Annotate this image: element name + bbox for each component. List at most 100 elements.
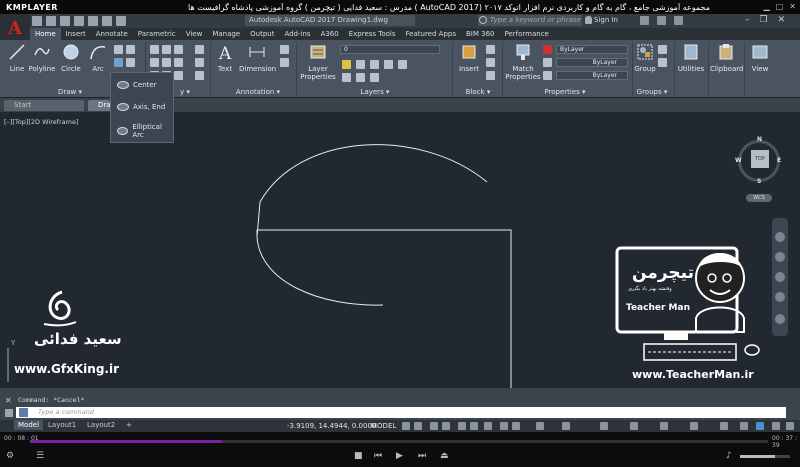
volume-icon[interactable]: ♪ [726, 451, 732, 461]
save-as-icon[interactable] [74, 16, 84, 26]
isolate-objects-icon[interactable] [756, 422, 764, 430]
tab-featured-apps[interactable]: Featured Apps [401, 28, 461, 40]
application-menu-button[interactable]: A [0, 14, 30, 42]
clipboard-button[interactable]: Clipboard [710, 43, 743, 73]
copy-icon[interactable] [150, 58, 159, 67]
layer-isolate-icon[interactable] [384, 60, 393, 69]
tab-output[interactable]: Output [245, 28, 279, 40]
layout-tab-layout1[interactable]: Layout1 [44, 420, 80, 430]
edit-block-icon[interactable] [486, 58, 495, 67]
minimize-icon[interactable]: ▁ [764, 2, 770, 11]
tab-insert[interactable]: Insert [61, 28, 91, 40]
close-icon[interactable]: ✕ [789, 2, 796, 11]
grid-icon[interactable] [402, 422, 410, 430]
close-icon[interactable]: ✕ [5, 396, 12, 405]
hardware-acceleration-icon[interactable] [772, 422, 780, 430]
layout-tab-layout2[interactable]: Layout2 [83, 420, 119, 430]
tab-parametric[interactable]: Parametric [133, 28, 181, 40]
add-layout-tab[interactable]: + [122, 420, 136, 430]
quick-properties-icon[interactable] [720, 422, 728, 430]
tab-bim-360[interactable]: BIM 360 [461, 28, 500, 40]
create-block-icon[interactable] [486, 45, 495, 54]
command-input[interactable]: Type a command [16, 407, 786, 418]
mirror-icon[interactable] [162, 58, 171, 67]
fillet-icon[interactable] [174, 58, 183, 67]
circle-button[interactable]: Circle [58, 43, 84, 73]
rectangle-icon[interactable] [114, 45, 123, 54]
minimize-icon[interactable]: – [745, 14, 750, 26]
layer-freeze-icon[interactable] [356, 60, 365, 69]
explode-icon[interactable] [195, 58, 204, 67]
ellipse-center-item[interactable]: Center [111, 75, 173, 95]
group-button[interactable]: Group [634, 43, 656, 73]
close-icon[interactable]: ✕ [778, 14, 786, 26]
offset-icon[interactable] [195, 71, 204, 80]
tab-express-tools[interactable]: Express Tools [344, 28, 401, 40]
model-space-toggle[interactable]: MODEL [371, 421, 396, 431]
utilities-button[interactable]: Utilities [676, 43, 706, 73]
polar-icon[interactable] [442, 422, 450, 430]
text-button[interactable]: A Text [214, 43, 236, 73]
tab-home[interactable]: Home [30, 28, 61, 40]
drawing-tab[interactable]: Draw [88, 100, 116, 111]
group-edit-icon[interactable] [658, 58, 667, 67]
tab-a360[interactable]: A360 [316, 28, 344, 40]
table-icon[interactable] [280, 58, 289, 67]
plot-icon[interactable] [88, 16, 98, 26]
customization-menu-icon[interactable] [786, 422, 794, 430]
lineweight-dropdown[interactable]: ByLayer [556, 58, 628, 67]
groups-panel-label[interactable]: Groups ▾ [632, 87, 672, 97]
tab-add-ins[interactable]: Add-ins [279, 28, 315, 40]
pan-icon[interactable] [775, 252, 785, 262]
annotation-monitor-icon[interactable] [660, 422, 668, 430]
trim-icon[interactable] [174, 45, 183, 54]
customize-icon[interactable] [5, 409, 13, 417]
ortho-icon[interactable] [430, 422, 438, 430]
previous-icon[interactable]: ⏮ [374, 451, 382, 461]
maximize-icon[interactable]: □ [776, 2, 784, 11]
lock-ui-icon[interactable] [740, 422, 748, 430]
layer-match-icon[interactable] [342, 73, 351, 82]
match-properties-button[interactable]: Match Properties [505, 43, 541, 81]
exchange-icon[interactable] [640, 16, 649, 25]
transparency-icon[interactable] [512, 422, 520, 430]
tab-manage[interactable]: Manage [207, 28, 245, 40]
play-icon[interactable]: ▶ [396, 451, 403, 461]
erase-icon[interactable] [195, 45, 204, 54]
new-icon[interactable] [32, 16, 42, 26]
linetype-dropdown[interactable]: ByLayer [556, 71, 628, 80]
move-icon[interactable] [150, 45, 159, 54]
orbit-icon[interactable] [775, 292, 785, 302]
view-button[interactable]: View [748, 43, 772, 73]
layers-panel-label[interactable]: Layers ▾ [350, 87, 400, 97]
ellipse-icon[interactable] [114, 58, 123, 67]
object-snap-icon[interactable] [484, 422, 492, 430]
layer-previous-icon[interactable] [370, 73, 379, 82]
polyline-button[interactable]: Polyline [28, 43, 56, 73]
tab-view[interactable]: View [181, 28, 208, 40]
elliptical-arc-item[interactable]: Elliptical Arc [111, 121, 173, 141]
eject-icon[interactable]: ⏏ [440, 451, 449, 461]
workspace-icon[interactable] [630, 422, 638, 430]
hatch-icon[interactable] [126, 45, 135, 54]
command-prompt-icon[interactable] [19, 408, 28, 417]
selection-cycling-icon[interactable] [536, 422, 544, 430]
array-icon[interactable] [174, 71, 183, 80]
undo-icon[interactable] [102, 16, 112, 26]
arc-button[interactable]: Arc [88, 43, 108, 73]
search-input[interactable]: Type a keyword or phrase [478, 15, 582, 26]
tab-performance[interactable]: Performance [499, 28, 553, 40]
layer-on-icon[interactable] [342, 60, 351, 69]
layer-dropdown[interactable]: 0 [340, 45, 440, 54]
viewport-controls[interactable]: [–][Top][2D Wireframe] [4, 118, 79, 126]
object-snap-tracking-icon[interactable] [470, 422, 478, 430]
insert-button[interactable]: Insert [456, 43, 482, 73]
ellipse-axis-end-item[interactable]: Axis, End [111, 97, 173, 117]
tab-annotate[interactable]: Annotate [91, 28, 133, 40]
lineweight-toggle-icon[interactable] [500, 422, 508, 430]
properties-panel-label[interactable]: Properties ▾ [540, 87, 590, 97]
steering-wheel-icon[interactable] [775, 232, 785, 242]
zoom-icon[interactable] [775, 272, 785, 282]
sign-in-button[interactable]: Sign In [594, 15, 618, 26]
help-icon[interactable] [674, 16, 683, 25]
